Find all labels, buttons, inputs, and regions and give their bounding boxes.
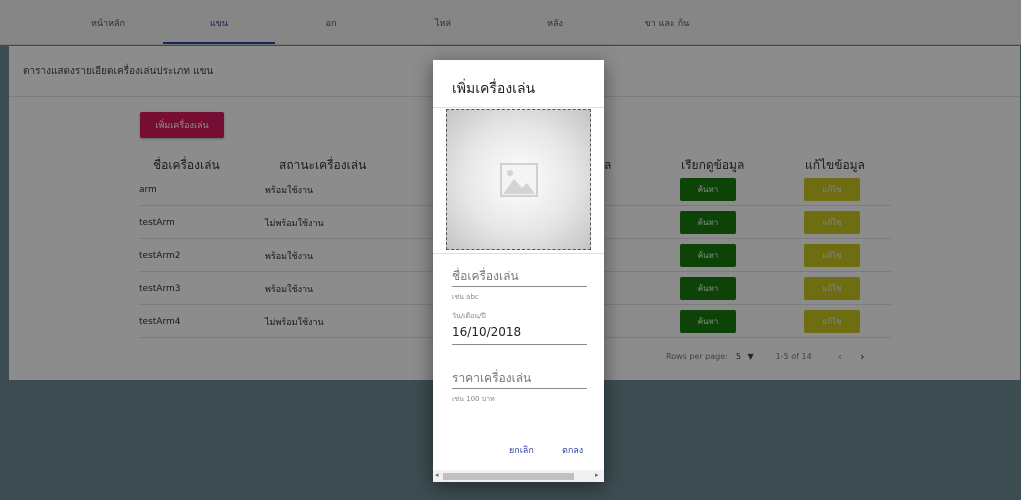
date-field[interactable] (452, 344, 587, 345)
price-field[interactable] (452, 388, 587, 389)
scroll-right-icon[interactable]: ▸ (595, 471, 599, 479)
ok-button[interactable]: ตกลง (562, 443, 583, 457)
horizontal-scrollbar[interactable]: ◂ ▸ (433, 470, 604, 482)
image-upload-area[interactable] (446, 109, 591, 250)
dialog-title: เพิ่มเครื่องเล่น (452, 81, 536, 97)
name-field[interactable] (452, 286, 587, 287)
price-field-label[interactable]: ราคาเครื่องเล่น (452, 369, 531, 388)
scrollbar-thumb[interactable] (443, 473, 574, 480)
name-hint: เช่น abc (452, 293, 479, 301)
cancel-button[interactable]: ยกเลิก (509, 443, 534, 457)
image-placeholder-icon (499, 162, 538, 197)
date-field-value[interactable]: 16/10/2018 (452, 325, 521, 339)
add-equipment-dialog: เพิ่มเครื่องเล่น ชื่อเครื่องเล่น เช่น ab… (433, 60, 604, 482)
date-field-label: วัน/เดือน/ปี (452, 312, 486, 320)
divider (433, 253, 604, 254)
name-field-label[interactable]: ชื่อเครื่องเล่น (452, 267, 519, 286)
divider (433, 107, 604, 108)
scroll-left-icon[interactable]: ◂ (435, 471, 439, 479)
price-hint: เช่น 100 บาท (452, 395, 495, 403)
